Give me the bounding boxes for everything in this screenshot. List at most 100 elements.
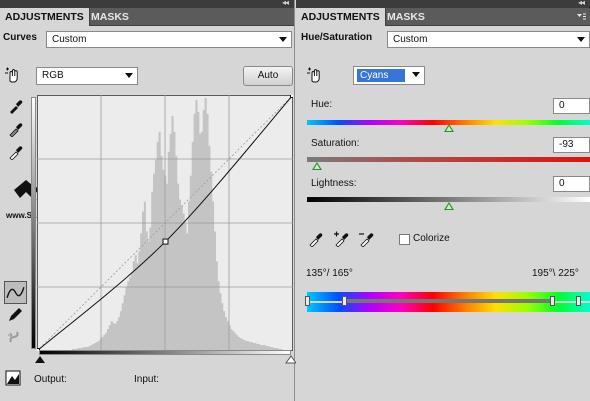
histogram-bin <box>154 159 158 351</box>
curves-graph[interactable] <box>37 95 293 351</box>
histogram-bin <box>125 287 128 351</box>
curve-point-tool-button[interactable] <box>4 281 27 304</box>
range-right-degrees: 195°\ 225° <box>532 268 579 279</box>
histogram-bin <box>165 183 169 351</box>
tab-masks[interactable]: MASKS <box>382 8 430 26</box>
input-gradient-bar <box>39 350 291 355</box>
histogram-bin <box>202 109 205 351</box>
curve-control-point[interactable] <box>162 238 169 245</box>
clipping-warning-icon[interactable] <box>5 370 21 386</box>
histogram-bin <box>224 317 227 351</box>
histogram-bin <box>103 335 106 351</box>
channel-value: RGB <box>42 70 64 81</box>
histogram-bin <box>234 333 237 351</box>
histogram-bin <box>145 231 148 351</box>
pencil-icon[interactable] <box>7 307 23 323</box>
histogram-bin <box>230 329 233 351</box>
colorize-checkbox[interactable] <box>399 234 410 245</box>
preset-select[interactable]: Custom <box>387 31 590 48</box>
saturation-slider-thumb[interactable] <box>311 162 322 170</box>
histogram-bin <box>226 321 229 351</box>
histogram-bin <box>129 277 132 351</box>
channel-select[interactable]: RGB <box>36 67 138 85</box>
hue-slider-thumb[interactable] <box>443 124 454 132</box>
histogram-bin <box>105 333 108 351</box>
colorize-label: Colorize <box>413 233 450 244</box>
curve-control-point[interactable] <box>290 95 294 98</box>
collapse-arrows-icon[interactable]: ◂◂ <box>578 0 585 7</box>
eyedropper-icon[interactable] <box>307 231 323 247</box>
preset-select[interactable]: Custom <box>46 31 292 48</box>
histogram-bin <box>112 323 115 351</box>
histogram-bin <box>162 169 165 351</box>
histogram-bin <box>213 231 216 351</box>
histogram-bin <box>219 293 222 351</box>
histogram-bin <box>156 141 159 351</box>
curve-edit-icon <box>6 287 25 298</box>
histogram-bin <box>173 131 176 351</box>
histogram-bin <box>143 201 146 351</box>
range-falloff-right-handle[interactable] <box>576 296 581 306</box>
tab-row: ADJUSTMENTS MASKS <box>0 8 294 26</box>
saturation-slider-track[interactable] <box>307 157 590 162</box>
histogram-bin <box>200 131 204 351</box>
black-point-eyedropper-icon[interactable] <box>7 98 23 114</box>
hue-label: Hue: <box>311 99 333 110</box>
hue-value-field[interactable]: 0 <box>553 98 590 114</box>
preset-value: Custom <box>393 34 428 45</box>
histogram-bin <box>186 233 189 351</box>
lightness-slider-thumb[interactable] <box>443 202 454 210</box>
histogram-bin <box>121 303 124 351</box>
tab-adjustments[interactable]: ADJUSTMENTS <box>296 8 386 26</box>
tab-row: ADJUSTMENTS MASKS <box>296 8 590 26</box>
subtract-from-sample-eyedropper-icon[interactable] <box>358 231 374 247</box>
auto-button[interactable]: Auto <box>243 66 293 86</box>
histogram-bin <box>106 329 110 351</box>
histogram-bin <box>167 151 170 351</box>
targeted-adjustment-hand-icon[interactable] <box>5 67 21 83</box>
histogram-bin <box>182 213 185 351</box>
histogram-bin <box>210 171 213 351</box>
range-falloff-left-handle[interactable] <box>305 296 310 306</box>
panel-topbar: ◂◂ <box>296 0 590 8</box>
histogram-bin <box>140 233 143 351</box>
histogram-bin <box>221 303 224 351</box>
black-point-slider[interactable] <box>35 356 45 363</box>
histogram-bin <box>195 99 198 351</box>
histogram-bin <box>127 281 130 351</box>
range-right-handle[interactable] <box>550 296 555 306</box>
histogram-bin <box>188 201 191 351</box>
color-range-select[interactable]: Cyans <box>353 66 425 85</box>
histogram-bin <box>160 155 163 351</box>
histogram-bin <box>208 145 211 351</box>
adjustment-title: Curves <box>3 32 37 43</box>
white-point-eyedropper-icon[interactable] <box>7 144 23 160</box>
tab-adjustments[interactable]: ADJUSTMENTS <box>0 8 90 26</box>
lightness-label: Lightness: <box>311 178 357 189</box>
tab-masks[interactable]: MASKS <box>86 8 134 26</box>
histogram-bin <box>158 131 161 351</box>
range-left-handle[interactable] <box>342 296 347 306</box>
saturation-value-field[interactable]: -93 <box>553 137 590 153</box>
histogram-bin <box>130 273 134 351</box>
chevron-down-icon <box>577 37 585 42</box>
add-to-sample-eyedropper-icon[interactable] <box>333 231 349 247</box>
lightness-value-field[interactable]: 0 <box>553 176 590 192</box>
chevron-down-icon <box>412 72 420 77</box>
histogram-bin <box>119 311 123 351</box>
histogram-bin <box>136 263 139 351</box>
saturation-label: Saturation: <box>311 138 360 149</box>
histogram-bin <box>193 113 196 351</box>
panel-menu-icon[interactable] <box>577 13 586 21</box>
smooth-curve-icon[interactable] <box>7 329 23 345</box>
histogram-bin <box>101 337 104 351</box>
collapse-arrows-icon[interactable]: ◂◂ <box>282 0 289 7</box>
histogram-bin <box>215 261 218 351</box>
adjustment-title: Hue/Saturation <box>301 32 373 43</box>
output-label: Output: <box>34 374 67 385</box>
targeted-adjustment-hand-icon[interactable] <box>307 67 323 83</box>
histogram-bin <box>191 141 194 351</box>
histogram-bin <box>178 199 181 351</box>
gray-point-eyedropper-icon[interactable] <box>7 121 23 137</box>
histogram-bin <box>199 133 202 351</box>
